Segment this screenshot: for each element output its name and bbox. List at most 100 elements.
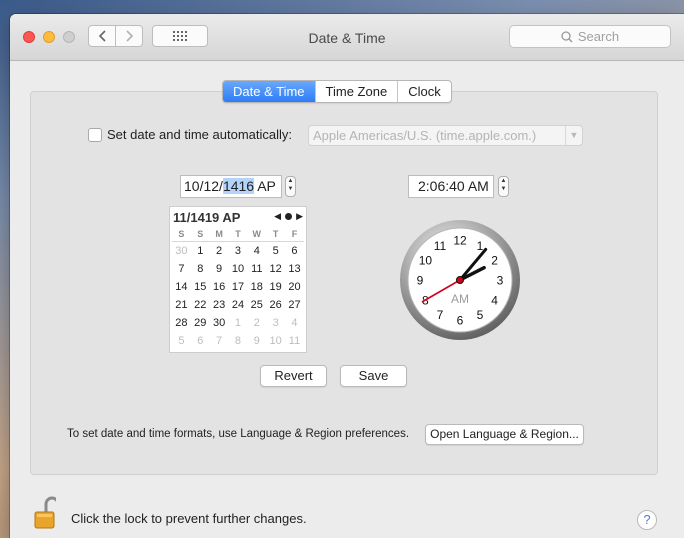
- clock-number: 10: [419, 254, 433, 268]
- auto-time-label: Set date and time automatically:: [107, 127, 292, 142]
- weekday-label: S: [178, 229, 185, 239]
- calendar-nav: ◀ ▶: [270, 211, 303, 222]
- calendar-week-row: 28 29 30 1 2 3 4: [172, 314, 304, 332]
- calendar-day[interactable]: 4: [285, 314, 304, 332]
- analog-clock[interactable]: 121234567891011 AM: [399, 219, 521, 341]
- revert-button[interactable]: Revert: [260, 365, 327, 387]
- calendar-day[interactable]: 20: [285, 278, 304, 296]
- calendar-day[interactable]: 28: [172, 314, 191, 332]
- calendar-day[interactable]: 9: [247, 332, 266, 350]
- tab-time-zone[interactable]: Time Zone: [314, 81, 398, 102]
- calendar-day[interactable]: 6: [285, 242, 304, 260]
- calendar-day[interactable]: 2: [247, 314, 266, 332]
- clock-period: AM: [451, 292, 469, 306]
- calendar-day[interactable]: 22: [191, 296, 210, 314]
- time-server-value: Apple Americas/U.S. (time.apple.com.): [313, 128, 537, 143]
- time-stepper[interactable]: ▲ ▼: [498, 176, 509, 197]
- calendar-day[interactable]: 25: [247, 296, 266, 314]
- calendar-day[interactable]: 23: [210, 296, 229, 314]
- calendar-day[interactable]: 17: [229, 278, 248, 296]
- calendar-day[interactable]: 5: [266, 242, 285, 260]
- weekday-label: F: [291, 229, 298, 239]
- weekday-label: M: [215, 229, 223, 239]
- clock-number: 6: [457, 314, 464, 328]
- calendar-day[interactable]: 11: [285, 332, 304, 350]
- calendar-day[interactable]: 15: [191, 278, 210, 296]
- auto-time-checkbox[interactable]: [88, 127, 102, 142]
- title-bar: Date & Time Search: [10, 14, 684, 61]
- lock-icon[interactable]: [34, 496, 56, 530]
- calendar-day[interactable]: 13: [285, 260, 304, 278]
- calendar-day[interactable]: 10: [229, 260, 248, 278]
- weekday-label: S: [197, 229, 204, 239]
- calendar-day[interactable]: 11: [247, 260, 266, 278]
- calendar-day[interactable]: 14: [172, 278, 191, 296]
- calendar-next-icon[interactable]: ▶: [296, 211, 303, 222]
- clock-number: 9: [417, 274, 424, 288]
- tab-clock[interactable]: Clock: [397, 81, 451, 102]
- calendar-week-row: 7 8 9 10 11 12 13: [172, 260, 304, 278]
- calendar-grid: S S M T W T F 30 1 2 3 4 5 6 7 8 9 10 11 12 13 14 15 16 1…: [172, 229, 304, 350]
- calendar-week-row: 21 22 23 24 25 26 27: [172, 296, 304, 314]
- time-server-select[interactable]: Apple Americas/U.S. (time.apple.com.) ▼: [308, 125, 583, 146]
- chevron-down-icon: ▼: [565, 126, 582, 145]
- calendar-day[interactable]: 7: [210, 332, 229, 350]
- calendar-day[interactable]: 30: [172, 242, 191, 260]
- calendar-day[interactable]: 2: [210, 242, 229, 260]
- calendar-day[interactable]: 1: [229, 314, 248, 332]
- search-field[interactable]: Search: [509, 25, 671, 48]
- clock-number: 11: [434, 239, 447, 253]
- date-stepper[interactable]: ▲ ▼: [285, 176, 296, 197]
- weekday-label: T: [235, 229, 241, 239]
- calendar-day[interactable]: 4: [247, 242, 266, 260]
- calendar-today-icon[interactable]: [285, 213, 293, 220]
- calendar-day[interactable]: 6: [191, 332, 210, 350]
- calendar-day[interactable]: 19: [266, 278, 285, 296]
- formats-hint: To set date and time formats, use Langua…: [67, 428, 410, 440]
- calendar-prev-icon[interactable]: ◀: [274, 211, 281, 222]
- calendar-day[interactable]: 10: [266, 332, 285, 350]
- calendar-day[interactable]: 16: [210, 278, 229, 296]
- calendar-day[interactable]: 1: [191, 242, 210, 260]
- clock-number: 12: [453, 234, 467, 248]
- time-field[interactable]: 2:06:40 AM: [408, 175, 494, 198]
- tab-date-time[interactable]: Date & Time: [223, 81, 315, 102]
- calendar-weekday-row: S S M T W T F: [172, 229, 304, 242]
- calendar-day[interactable]: 27: [285, 296, 304, 314]
- calendar-day[interactable]: 30: [210, 314, 229, 332]
- calendar-day[interactable]: 24: [229, 296, 248, 314]
- calendar-day[interactable]: 7: [172, 260, 191, 278]
- clock-center-pin: [456, 276, 464, 284]
- calendar-day[interactable]: 29: [191, 314, 210, 332]
- date-field-selected-year[interactable]: 1416: [222, 178, 255, 194]
- clock-number: 4: [491, 294, 498, 308]
- calendar-week-row: 14 15 16 17 18 19 20: [172, 278, 304, 296]
- clock-number: 7: [437, 308, 444, 322]
- calendar-day[interactable]: 8: [191, 260, 210, 278]
- calendar-day[interactable]: 9: [210, 260, 229, 278]
- calendar-day[interactable]: 5: [172, 332, 191, 350]
- calendar-month-header: 11/1419 AP: [173, 210, 241, 225]
- search-icon: [561, 30, 573, 42]
- search-placeholder: Search: [577, 29, 620, 44]
- weekday-label: T: [272, 229, 279, 239]
- clock-number: 2: [491, 254, 498, 268]
- calendar: 11/1419 AP ◀ ▶ S S M T W T F 30 1 2 3 4 5 6 7 8 9…: [169, 206, 307, 353]
- calendar-day[interactable]: 26: [266, 296, 285, 314]
- save-button[interactable]: Save: [340, 365, 407, 387]
- open-language-region-button[interactable]: Open Language & Region...: [425, 424, 584, 445]
- auto-time-row: Set date and time automatically:: [88, 127, 292, 142]
- date-field[interactable]: 10/12/1416 AP: [180, 175, 282, 198]
- clock-number: 3: [497, 274, 504, 288]
- calendar-day[interactable]: 3: [266, 314, 285, 332]
- calendar-day[interactable]: 12: [266, 260, 285, 278]
- calendar-weeks: 30 1 2 3 4 5 6 7 8 9 10 11 12 13 14 15 16 17 18 19 20 21 22 23 2…: [172, 242, 304, 350]
- calendar-day[interactable]: 8: [229, 332, 248, 350]
- calendar-day[interactable]: 21: [172, 296, 191, 314]
- date-field-prefix: 10/12/: [184, 178, 223, 194]
- calendar-day[interactable]: 18: [247, 278, 266, 296]
- preferences-window: Date & Time Search Date & Time Time Zone…: [10, 14, 684, 538]
- calendar-day[interactable]: 3: [229, 242, 248, 260]
- help-button[interactable]: ?: [637, 510, 657, 530]
- calendar-week-row: 30 1 2 3 4 5 6: [172, 242, 304, 260]
